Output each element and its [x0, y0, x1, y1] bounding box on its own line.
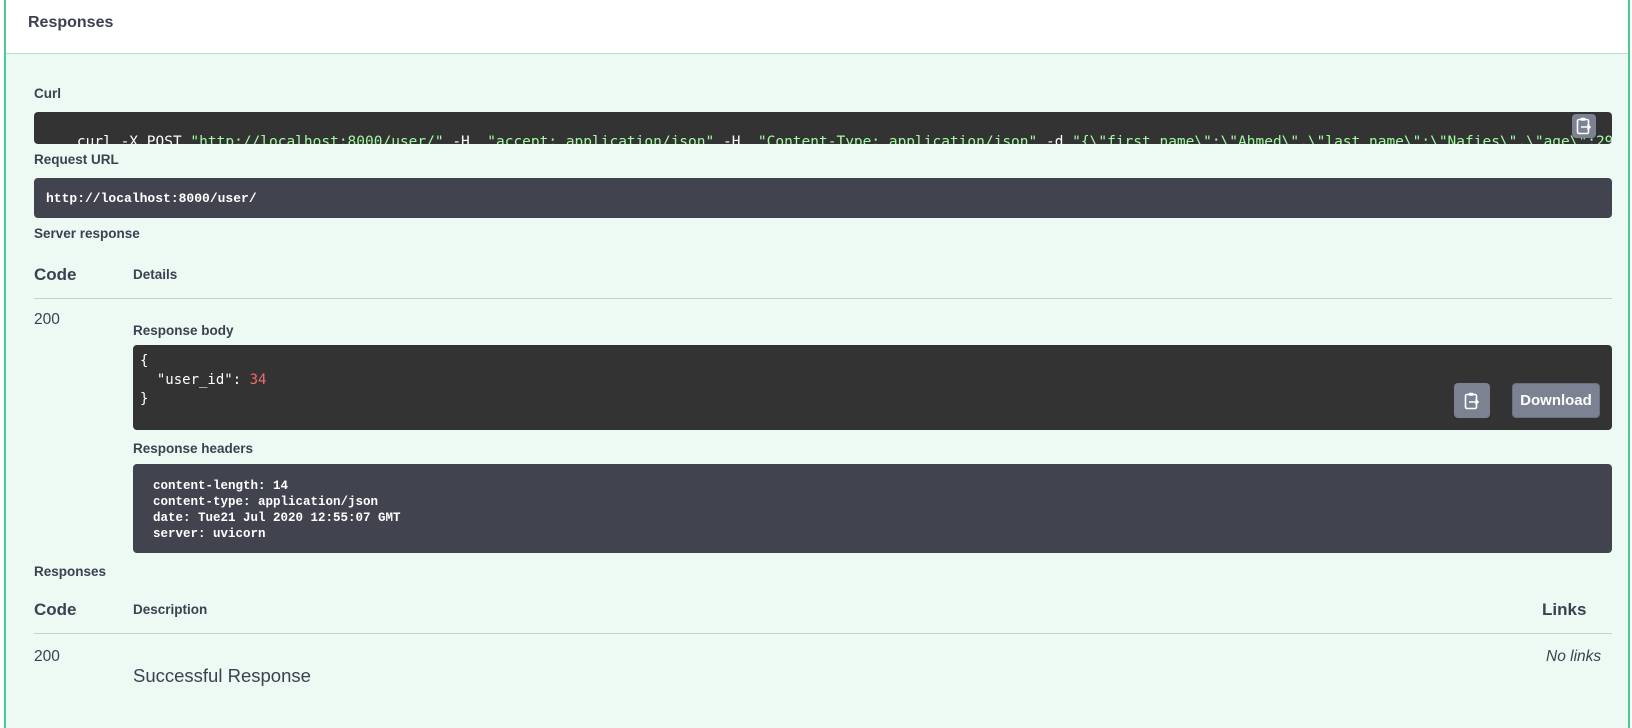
responses-panel: Responses Curl curl -X POST "http://loca… [4, 0, 1630, 728]
response-copy-button[interactable] [1454, 383, 1490, 418]
responses-code: 200 [34, 648, 60, 665]
clipboard-icon [1464, 392, 1480, 409]
curl-segment: -d [1037, 134, 1073, 144]
download-button[interactable]: Download [1512, 383, 1600, 418]
curl-segment: "{\"first_name\":\"Ahmed\",\"last_name\"… [1072, 134, 1612, 144]
server-code-header: Code [34, 265, 77, 284]
responses-label: Responses [34, 564, 107, 579]
body-value: 34 [249, 372, 267, 388]
responses-code-header: Code [34, 600, 77, 619]
curl-segment: curl -X POST [76, 134, 191, 144]
description-header: Description [133, 602, 208, 617]
curl-segment: -H [443, 134, 488, 144]
body-key: "user_id": [140, 372, 250, 388]
panel-header: Responses [6, 0, 1628, 54]
details-header: Details [133, 267, 178, 282]
server-response-label: Server response [34, 226, 140, 241]
curl-segment: "http://localhost:8000/user/" [190, 134, 444, 144]
body-close-brace: } [140, 391, 149, 407]
clipboard-icon [1576, 117, 1592, 135]
response-headers[interactable]: content-length: 14 content-type: applica… [133, 464, 1612, 553]
response-links: No links [1546, 648, 1602, 665]
curl-label: Curl [34, 86, 61, 101]
panel-title: Responses [28, 14, 114, 31]
curl-segment: "accept: application/json" [487, 134, 715, 144]
response-body-label: Response body [133, 323, 234, 338]
response-headers-label: Response headers [133, 441, 254, 456]
curl-segment: -H [714, 134, 758, 144]
request-url-value[interactable]: http://localhost:8000/user/ [34, 178, 1612, 218]
response-description: Successful Response [133, 665, 311, 686]
request-url-label: Request URL [34, 152, 119, 167]
curl-copy-button[interactable] [1572, 114, 1596, 138]
links-header: Links [1542, 600, 1587, 619]
divider [34, 633, 1612, 634]
server-response-code: 200 [34, 311, 60, 328]
header-line: content-length: 14 [153, 479, 289, 493]
body-open-brace: { [140, 353, 149, 369]
curl-segment: "Content-Type: application/json" [757, 134, 1038, 144]
curl-command[interactable]: curl -X POST "http://localhost:8000/user… [34, 112, 1612, 144]
header-line: server: uvicorn [153, 527, 266, 541]
divider [34, 298, 1612, 299]
header-line: date: Tue21 Jul 2020 12:55:07 GMT [153, 511, 401, 525]
response-body[interactable]: { "user_id": 34 } [133, 345, 1612, 430]
header-line: content-type: application/json [153, 495, 379, 509]
